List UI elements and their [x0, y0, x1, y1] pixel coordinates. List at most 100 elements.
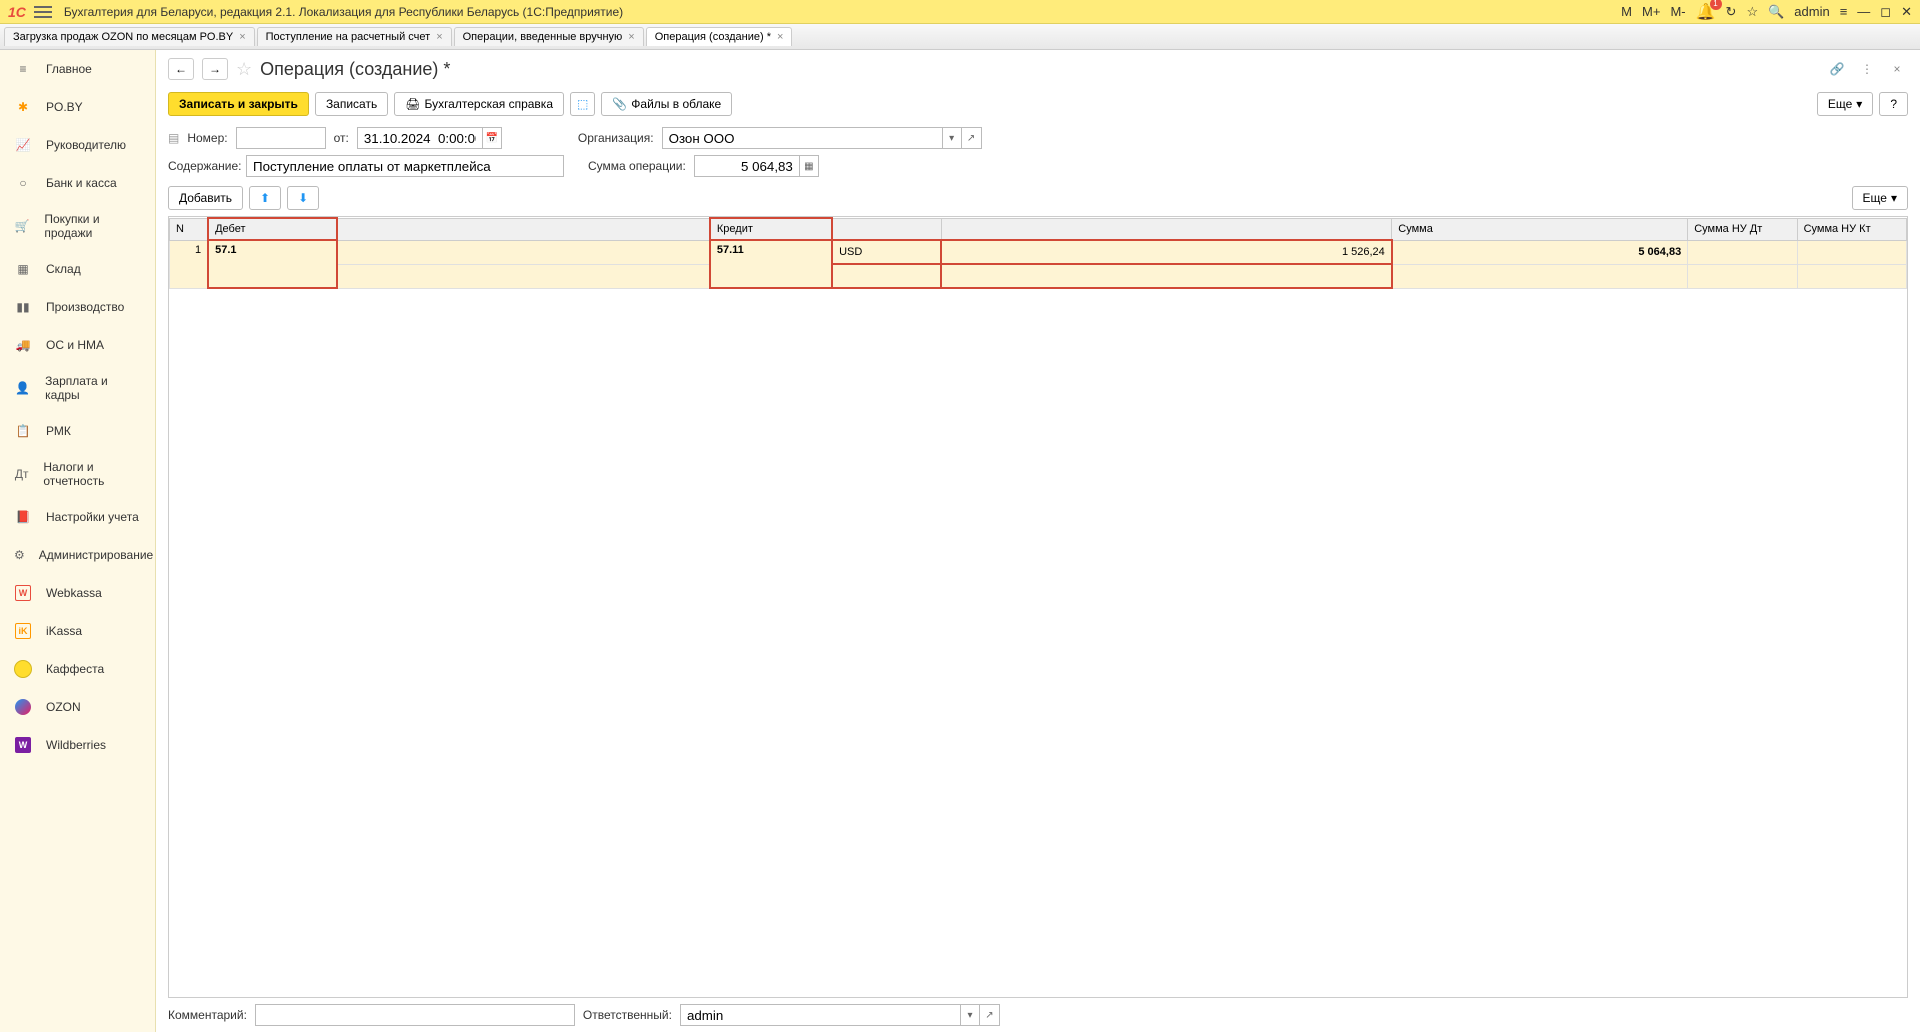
- col-debit2[interactable]: [337, 218, 710, 240]
- ozon-icon: [14, 698, 32, 716]
- files-button[interactable]: 📎Файлы в облаке: [601, 92, 732, 116]
- tax-icon: Дт: [14, 465, 29, 483]
- sum-label: Сумма операции:: [588, 159, 686, 173]
- table-more-button[interactable]: Еще ▾: [1852, 186, 1908, 210]
- tab-close-icon[interactable]: ×: [239, 31, 245, 43]
- org-label: Организация:: [578, 131, 654, 145]
- content-input[interactable]: [246, 155, 564, 177]
- wb-icon: W: [14, 736, 32, 754]
- minimize-icon[interactable]: —: [1857, 4, 1870, 19]
- sidebar-item-settings[interactable]: 📕Настройки учета: [0, 498, 155, 536]
- memory-m-plus[interactable]: M+: [1642, 4, 1660, 19]
- close-page-icon[interactable]: ×: [1886, 58, 1908, 80]
- gear-icon: ⚙: [14, 546, 25, 564]
- acc-ref-button[interactable]: 🖨Бухгалтерская справка: [394, 92, 564, 116]
- settings-icon[interactable]: ≡: [1840, 4, 1848, 19]
- poby-icon: ✱: [14, 98, 32, 116]
- sidebar-item-kaffesta[interactable]: Каффеста: [0, 650, 155, 688]
- move-down-button[interactable]: ⬇: [287, 186, 319, 210]
- menu-icon[interactable]: [34, 5, 52, 19]
- content-label: Содержание:: [168, 159, 238, 173]
- notifications-icon[interactable]: 🔔 1: [1696, 2, 1716, 22]
- nav-forward-button[interactable]: →: [202, 58, 228, 80]
- search-icon[interactable]: 🔍: [1768, 4, 1784, 20]
- nav-back-button[interactable]: ←: [168, 58, 194, 80]
- col-nu-kt[interactable]: Сумма НУ Кт: [1797, 218, 1906, 240]
- open-icon[interactable]: ↗: [980, 1004, 1000, 1026]
- hr-icon: 👤: [14, 379, 31, 397]
- favorite-icon[interactable]: ☆: [1746, 4, 1758, 20]
- help-button[interactable]: ?: [1879, 92, 1908, 116]
- tab-operation-create[interactable]: Операция (создание) *×: [646, 27, 793, 46]
- sidebar-item-admin[interactable]: ⚙Администрирование: [0, 536, 155, 574]
- comment-input[interactable]: [255, 1004, 575, 1026]
- tab-close-icon[interactable]: ×: [628, 31, 634, 43]
- maximize-icon[interactable]: ◻: [1880, 4, 1891, 20]
- col-credit3[interactable]: [941, 218, 1391, 240]
- sidebar-item-poby[interactable]: ✱PO.BY: [0, 88, 155, 126]
- doc-icon: ▤: [168, 131, 179, 145]
- add-button[interactable]: Добавить: [168, 186, 243, 210]
- sidebar-item-manager[interactable]: 📈Руководителю: [0, 126, 155, 164]
- col-debit[interactable]: Дебет: [208, 218, 337, 240]
- sidebar-item-production[interactable]: ▮▮Производство: [0, 288, 155, 326]
- tab-close-icon[interactable]: ×: [436, 31, 442, 43]
- tab-ozon-load[interactable]: Загрузка продаж OZON по месяцам PO.BY×: [4, 27, 255, 46]
- memory-m-minus[interactable]: M-: [1670, 4, 1685, 19]
- tabs-bar: Загрузка продаж OZON по месяцам PO.BY× П…: [0, 24, 1920, 50]
- sidebar-item-sales[interactable]: 🛒Покупки и продажи: [0, 202, 155, 250]
- sidebar-item-bank[interactable]: ○Банк и касса: [0, 164, 155, 202]
- sidebar-item-warehouse[interactable]: ▦Склад: [0, 250, 155, 288]
- col-credit2[interactable]: [832, 218, 941, 240]
- sidebar-item-tax[interactable]: ДтНалоги и отчетность: [0, 450, 155, 498]
- bank-icon: ○: [14, 174, 32, 192]
- calc-icon[interactable]: ▦: [799, 155, 819, 177]
- tab-manual-ops[interactable]: Операции, введенные вручную×: [454, 27, 644, 46]
- sidebar-item-assets[interactable]: 🚚ОС и НМА: [0, 326, 155, 364]
- kaffesta-icon: [14, 660, 32, 678]
- sidebar-item-webkassa[interactable]: WWebkassa: [0, 574, 155, 612]
- sidebar-item-rmk[interactable]: 📋РМК: [0, 412, 155, 450]
- tab-payment[interactable]: Поступление на расчетный счет×: [257, 27, 452, 46]
- webkassa-icon: W: [14, 584, 32, 602]
- truck-icon: 🚚: [14, 336, 32, 354]
- dropdown-icon[interactable]: ▾: [942, 127, 962, 149]
- memory-m[interactable]: M: [1621, 4, 1632, 19]
- table-row[interactable]: 1 57.1 57.11 USD 1 526,24 5 064,83: [170, 240, 1907, 264]
- clip-icon: 📎: [612, 97, 627, 111]
- col-sum[interactable]: Сумма: [1392, 218, 1688, 240]
- sidebar-item-ozon[interactable]: OZON: [0, 688, 155, 726]
- dropdown-icon[interactable]: ▾: [960, 1004, 980, 1026]
- table-row[interactable]: [170, 264, 1907, 288]
- favorite-star-icon[interactable]: ☆: [236, 59, 252, 80]
- open-icon[interactable]: ↗: [962, 127, 982, 149]
- close-icon[interactable]: ✕: [1901, 4, 1912, 20]
- settings-icon: 📕: [14, 508, 32, 526]
- save-button[interactable]: Записать: [315, 92, 388, 116]
- user-label[interactable]: admin: [1794, 4, 1829, 19]
- col-nu-dt[interactable]: Сумма НУ Дт: [1688, 218, 1797, 240]
- chart-icon: 📈: [14, 136, 32, 154]
- col-credit[interactable]: Кредит: [710, 218, 832, 240]
- sidebar-item-main[interactable]: ≡Главное: [0, 50, 155, 88]
- sidebar-item-ikassa[interactable]: iKiKassa: [0, 612, 155, 650]
- save-close-button[interactable]: Записать и закрыть: [168, 92, 309, 116]
- org-input[interactable]: [662, 127, 942, 149]
- more-menu-icon[interactable]: ⋮: [1856, 58, 1878, 80]
- tab-close-icon[interactable]: ×: [777, 31, 783, 43]
- sidebar-item-wildberries[interactable]: WWildberries: [0, 726, 155, 764]
- move-up-button[interactable]: ⬆: [249, 186, 281, 210]
- history-icon[interactable]: ↻: [1726, 4, 1737, 20]
- col-n[interactable]: N: [170, 218, 209, 240]
- responsible-label: Ответственный:: [583, 1008, 672, 1022]
- responsible-input[interactable]: [680, 1004, 960, 1026]
- dt-kt-button[interactable]: ⬚: [570, 92, 595, 116]
- date-input[interactable]: [357, 127, 482, 149]
- link-icon[interactable]: 🔗: [1826, 58, 1848, 80]
- number-label: Номер:: [187, 131, 227, 145]
- sidebar-item-hr[interactable]: 👤Зарплата и кадры: [0, 364, 155, 412]
- number-input[interactable]: [236, 127, 326, 149]
- sum-input[interactable]: [694, 155, 799, 177]
- more-button[interactable]: Еще ▾: [1817, 92, 1873, 116]
- calendar-icon[interactable]: 📅: [482, 127, 502, 149]
